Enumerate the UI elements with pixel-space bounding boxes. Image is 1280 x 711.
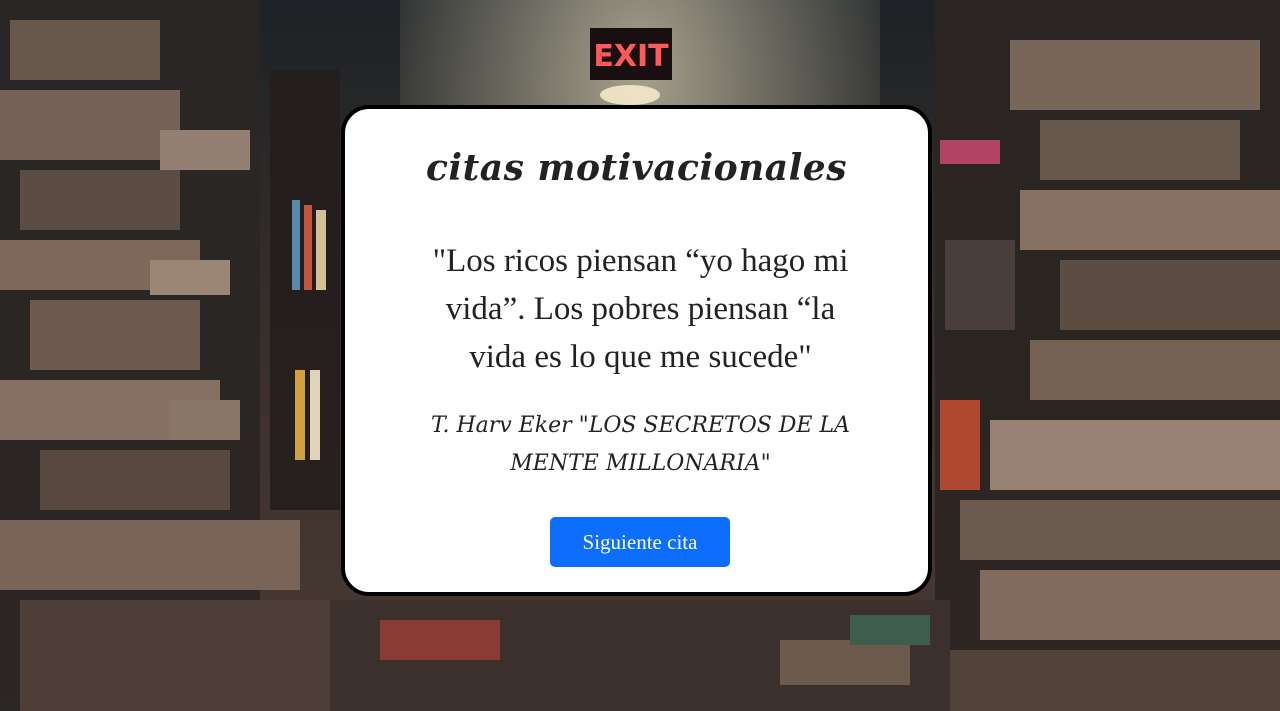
next-quote-button[interactable]: Siguiente cita xyxy=(550,517,730,567)
quote-author: T. Harv Eker "LOS SECRETOS DE LA MENTE M… xyxy=(431,413,850,476)
quote-text: "Los ricos piensan “yo hago mi vida”. Lo… xyxy=(432,243,849,375)
quote-card: citas motivacionales "Los ricos piensan … xyxy=(341,105,932,596)
svg-text:EXIT: EXIT xyxy=(593,39,669,74)
page-title: citas motivacionales xyxy=(426,147,847,189)
